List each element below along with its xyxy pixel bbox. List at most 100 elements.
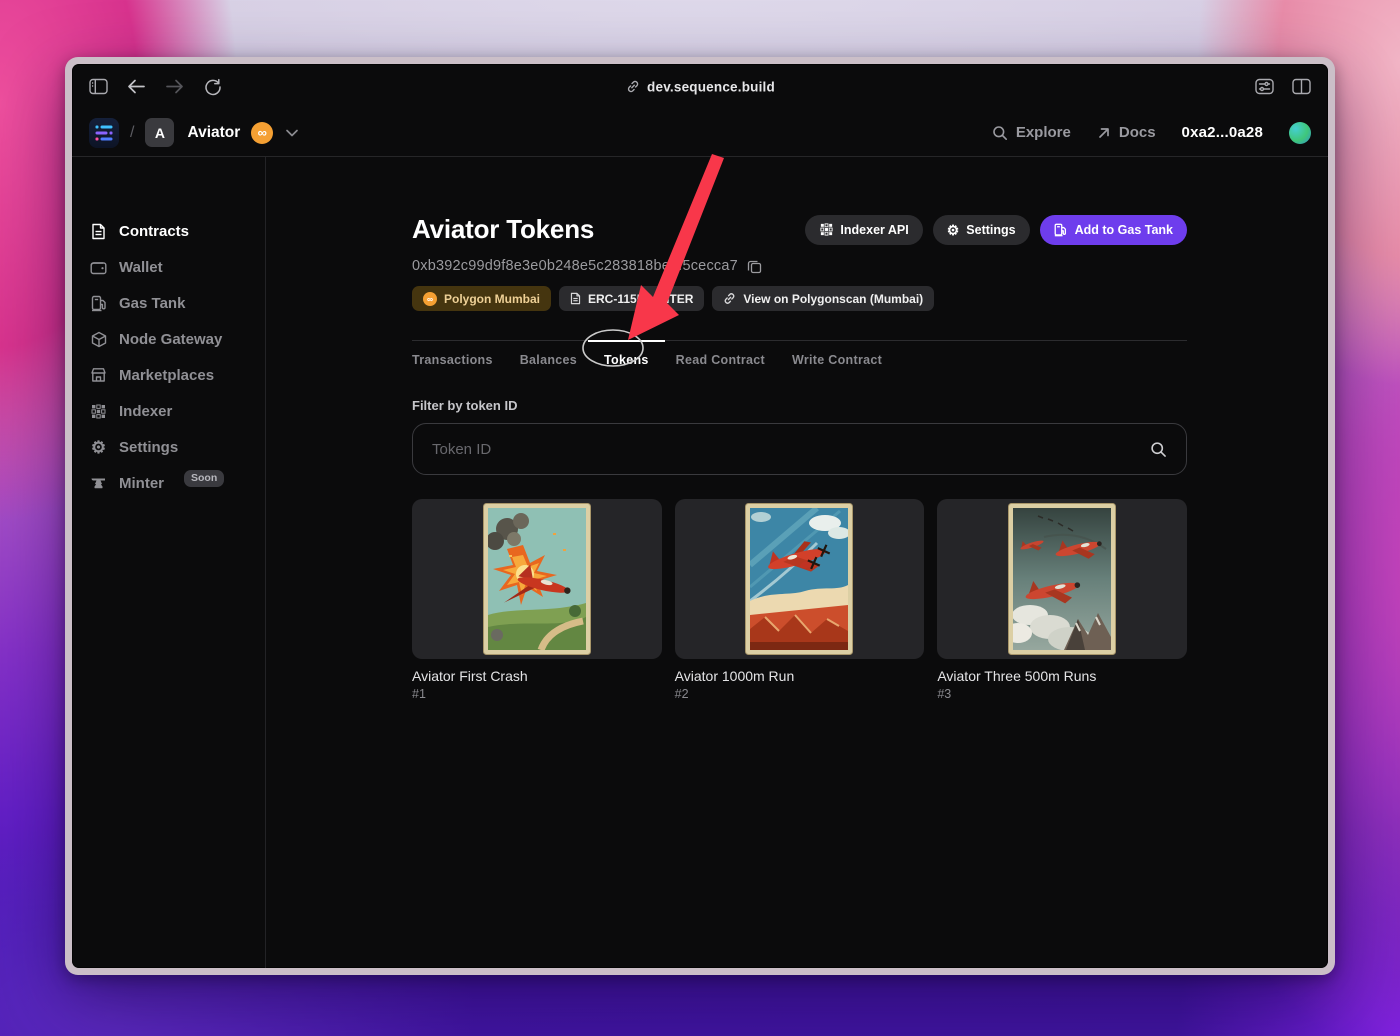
settings-label: Settings (966, 222, 1016, 237)
desktop: dev.sequence.build / A Aviator ∞ Explore… (0, 0, 1400, 1036)
search-icon (992, 125, 1008, 141)
token-id-input[interactable] (432, 440, 1150, 458)
page-title: Aviator Tokens (412, 214, 595, 244)
link-icon (625, 79, 640, 94)
token-cell: Aviator Three 500m Runs #3 (937, 499, 1187, 701)
search-icon (1150, 441, 1167, 458)
token-id-search (412, 423, 1187, 475)
project-name: Aviator (187, 123, 241, 141)
browser-window: dev.sequence.build / A Aviator ∞ Explore… (65, 57, 1335, 975)
sidebar-item-wallet[interactable]: Wallet (72, 249, 265, 285)
token-card[interactable] (674, 499, 925, 659)
indexer-api-label: Indexer API (840, 222, 909, 237)
sidebar: Contracts Wallet Gas Tank Node Gateway M… (72, 157, 266, 968)
token-title: Aviator Three 500m Runs (937, 668, 1097, 684)
browser-toolbar: dev.sequence.build (72, 64, 1328, 109)
tab-tokens[interactable]: Tokens (588, 340, 665, 367)
gear-icon: ⚙ (90, 437, 107, 457)
sidebar-item-label: Settings (119, 438, 179, 456)
token-grid: Aviator First Crash #1 Aviator 1000m Run… (412, 499, 1187, 701)
sidebar-item-indexer[interactable]: Indexer (72, 393, 265, 429)
storefront-icon (90, 367, 107, 384)
project-avatar[interactable]: A (145, 118, 175, 147)
wallet-icon (90, 259, 107, 276)
account-avatar[interactable] (1289, 121, 1311, 144)
sidebar-item-label: Marketplaces (119, 366, 215, 384)
wallet-address[interactable]: 0xa2...0a28 (1182, 124, 1263, 141)
link-icon (723, 292, 736, 305)
sidebar-item-settings[interactable]: ⚙ Settings (72, 429, 265, 465)
token-id: #2 (674, 687, 689, 701)
chevron-down-icon[interactable] (284, 122, 300, 143)
grid-icon (90, 403, 107, 420)
gear-icon: ⚙ (946, 221, 960, 238)
file-icon (570, 292, 581, 305)
explore-button[interactable]: Explore (992, 124, 1071, 141)
token-card[interactable] (937, 499, 1187, 659)
tab-read-contract[interactable]: Read Contract (676, 353, 765, 367)
tab-balances[interactable]: Balances (520, 353, 577, 367)
sidebar-item-minter[interactable]: Minter Soon (72, 465, 265, 501)
fuel-pump-icon (1054, 223, 1068, 237)
soon-badge: Soon (184, 469, 225, 487)
contracts-icon (90, 223, 107, 240)
sequence-logo[interactable] (89, 117, 119, 148)
sidebar-item-gas-tank[interactable]: Gas Tank (72, 285, 265, 321)
token-title: Aviator 1000m Run (674, 668, 795, 684)
settings-button[interactable]: ⚙ Settings (932, 214, 1030, 245)
network-badge: ∞ Polygon Mumbai (412, 286, 551, 311)
anvil-icon (90, 475, 107, 492)
reload-icon[interactable] (202, 76, 223, 97)
token-id: #1 (412, 687, 426, 701)
tab-write-contract[interactable]: Write Contract (792, 353, 882, 367)
indexer-api-icon (819, 223, 833, 237)
token-image-three-runs (1008, 503, 1117, 655)
docs-link[interactable]: Docs (1097, 124, 1156, 141)
window-content: dev.sequence.build / A Aviator ∞ Explore… (72, 64, 1328, 968)
browser-sidebar-toggle-icon[interactable] (88, 76, 109, 97)
indexer-api-button[interactable]: Indexer API (805, 214, 923, 245)
polygon-icon: ∞ (423, 291, 437, 306)
sidebar-item-marketplaces[interactable]: Marketplaces (72, 357, 265, 393)
sidebar-item-label: Gas Tank (119, 294, 186, 312)
sidebar-item-node-gateway[interactable]: Node Gateway (72, 321, 265, 357)
token-title: Aviator First Crash (412, 668, 528, 684)
filter-label: Filter by token ID (412, 398, 518, 413)
contract-address: 0xb392c99d9f8e3e0b248e5c283818be0f5cecca… (412, 258, 738, 274)
add-to-gas-tank-button[interactable]: Add to Gas Tank (1039, 214, 1187, 245)
fuel-pump-icon (90, 295, 107, 312)
contract-type-label: ERC-1155-MINTER (588, 291, 694, 306)
token-cell: Aviator First Crash #1 (412, 499, 662, 701)
explorer-link-badge[interactable]: View on Polygonscan (Mumbai) (712, 286, 935, 311)
sidebar-item-label: Wallet (119, 258, 163, 276)
network-badge-label: Polygon Mumbai (444, 291, 540, 306)
token-id: #3 (937, 687, 952, 701)
breadcrumb-separator: / (130, 123, 135, 141)
back-icon[interactable] (126, 76, 147, 97)
token-cell: Aviator 1000m Run #2 (674, 499, 925, 701)
explore-label: Explore (1015, 124, 1071, 141)
forward-icon[interactable] (164, 76, 185, 97)
contract-type-badge: ERC-1155-MINTER (559, 286, 705, 311)
polygon-network-icon: ∞ (251, 121, 274, 144)
copy-icon[interactable] (747, 259, 762, 274)
token-card[interactable] (412, 499, 662, 659)
token-image-1000m-run (745, 503, 854, 655)
main-content: Aviator Tokens Indexer API ⚙ Settings Ad… (266, 157, 1328, 968)
arrow-up-right-icon (1097, 126, 1111, 140)
sidebar-item-label: Indexer (119, 402, 173, 420)
tab-bar: Transactions Balances Tokens Read Contra… (412, 340, 1187, 367)
tab-transactions[interactable]: Transactions (412, 353, 493, 367)
sidebar-item-label: Contracts (119, 222, 190, 240)
url-text: dev.sequence.build (647, 79, 775, 94)
address-bar[interactable]: dev.sequence.build (625, 79, 775, 94)
sidebar-item-label: Minter (119, 474, 164, 492)
token-image-first-crash (482, 503, 591, 655)
customize-icon[interactable] (1254, 76, 1275, 97)
sidebar-item-contracts[interactable]: Contracts (72, 213, 265, 249)
app-header: / A Aviator ∞ Explore Docs 0xa2...0a28 (72, 109, 1328, 157)
split-view-icon[interactable] (1291, 76, 1312, 97)
docs-label: Docs (1118, 124, 1156, 141)
sidebar-item-label: Node Gateway (119, 330, 223, 348)
explorer-link-label: View on Polygonscan (Mumbai) (743, 291, 924, 306)
